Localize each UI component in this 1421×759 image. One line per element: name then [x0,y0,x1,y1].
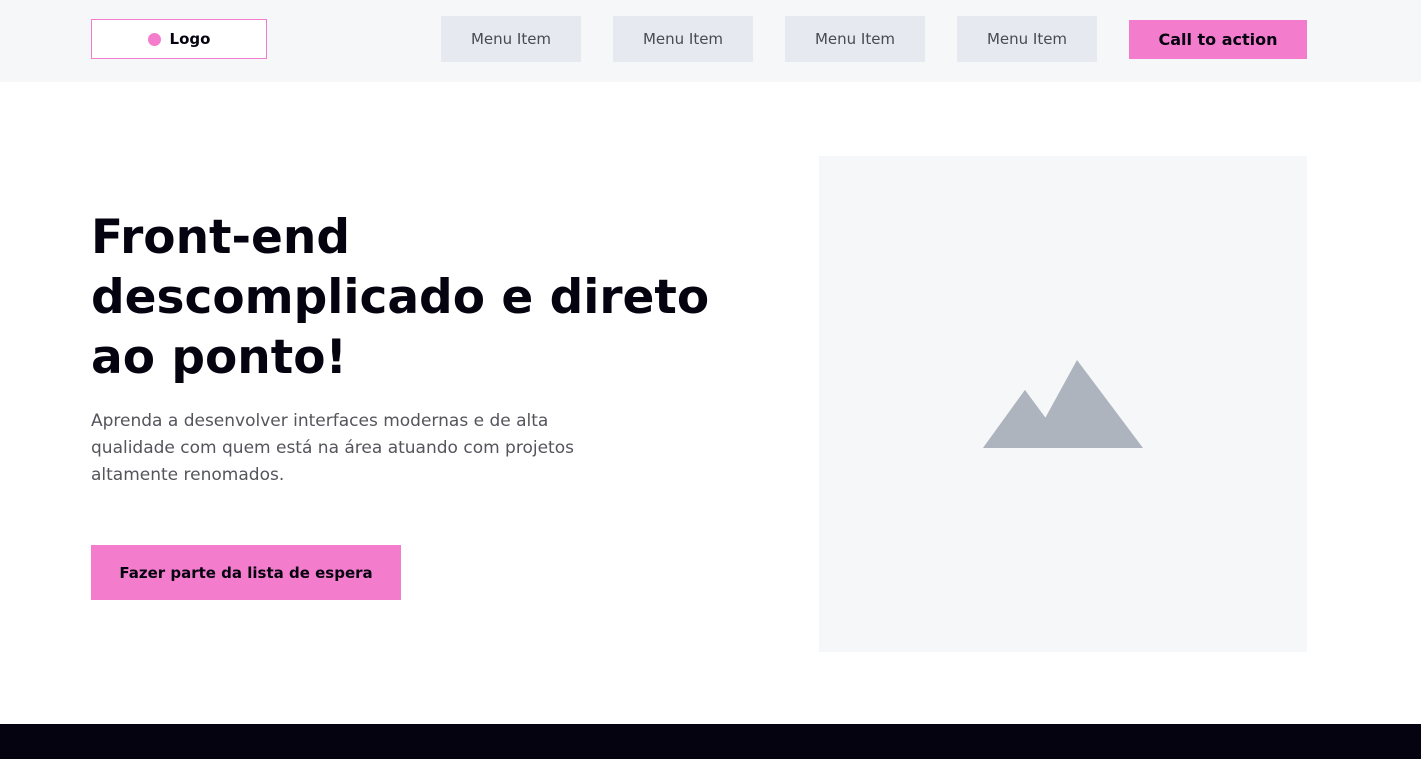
hero-title: Front-end descomplicado e direto ao pont… [91,210,710,385]
menu-item-2[interactable]: Menu Item [613,16,753,62]
site-header: Logo Menu Item Menu Item Menu Item Menu … [0,0,1421,82]
menu-item-1[interactable]: Menu Item [441,16,581,62]
call-to-action-button[interactable]: Call to action [1129,20,1307,59]
logo-text: Logo [169,30,211,48]
hero-image-placeholder [819,156,1307,652]
logo-dot-icon [147,32,161,46]
hero-description: Aprenda a desenvolver interfaces moderna… [91,411,574,485]
menu-item-3[interactable]: Menu Item [785,16,925,62]
join-waitlist-button[interactable]: Fazer parte da lista de espera [91,545,401,600]
footer-band [0,724,1421,759]
mountain-image-icon [983,360,1143,448]
menu-item-4[interactable]: Menu Item [957,16,1097,62]
logo[interactable]: Logo [91,19,267,59]
